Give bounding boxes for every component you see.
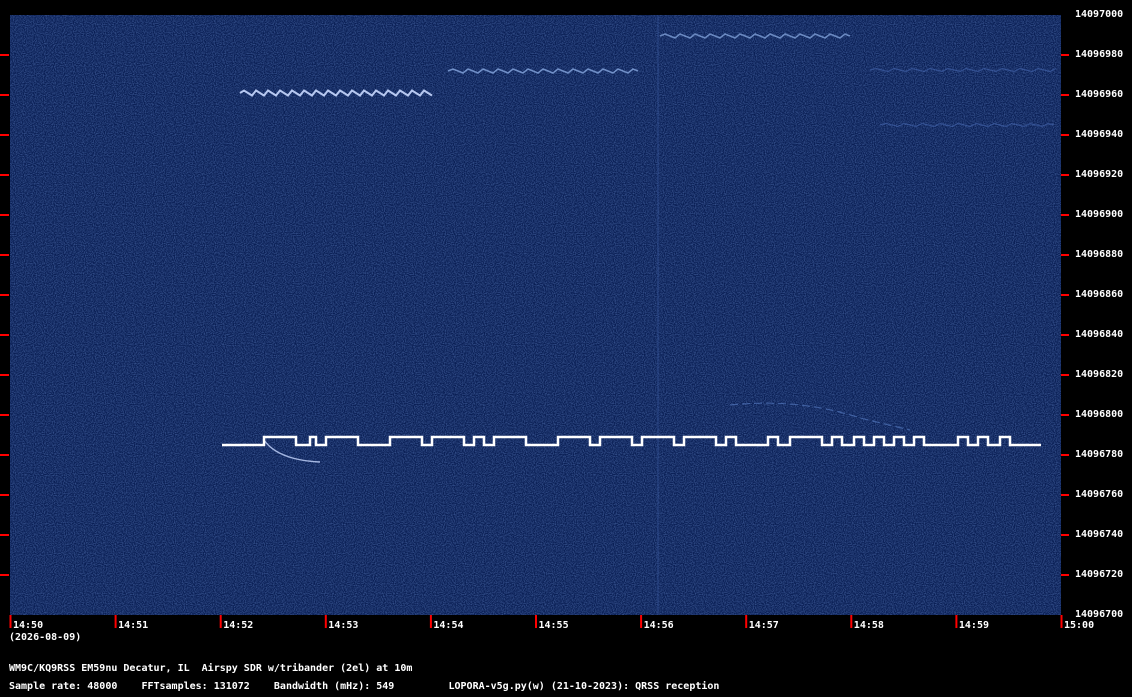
x-tick-label: 14:57 (748, 620, 779, 631)
y-tick-label: 14096960 (1075, 89, 1124, 100)
y-tick-label: 14096900 (1075, 209, 1124, 220)
x-tick-label: 14:52 (223, 620, 254, 631)
y-tick-label: 14096780 (1075, 449, 1124, 460)
x-tick-label: 14:50 (13, 620, 44, 631)
date-label: (2026-08-09) (9, 632, 82, 643)
y-tick-label: 14096980 (1075, 49, 1124, 60)
y-tick-label: 14096840 (1075, 329, 1124, 340)
x-tick-label: 14:59 (958, 620, 989, 631)
waterfall-noise (10, 15, 1061, 615)
y-tick-label: 14096720 (1075, 569, 1124, 580)
x-tick-label: 14:53 (328, 620, 359, 631)
y-tick-label: 14096740 (1075, 529, 1124, 540)
reception-details: Sample rate: 48000 FFTsamples: 131072 Ba… (9, 681, 720, 692)
spectrogram-chart (0, 15, 1069, 628)
y-tick-label: 14096800 (1075, 409, 1124, 420)
x-tick-label: 14:56 (643, 620, 674, 631)
y-tick-label: 14096760 (1075, 489, 1124, 500)
y-tick-label: 14097000 (1075, 9, 1124, 20)
y-tick-label: 14096820 (1075, 369, 1124, 380)
station-info: WM9C/KQ9RSS EM59nu Decatur, IL Airspy SD… (9, 663, 413, 674)
y-tick-label: 14096920 (1075, 169, 1124, 180)
x-tick-label: 14:54 (433, 620, 464, 631)
y-tick-label: 14096940 (1075, 129, 1124, 140)
y-tick-label: 14096860 (1075, 289, 1124, 300)
x-tick-label: 14:55 (538, 620, 569, 631)
x-tick-label: 14:58 (853, 620, 884, 631)
x-tick-label: 14:51 (118, 620, 149, 631)
x-tick-label: 15:00 (1064, 620, 1095, 631)
y-tick-label: 14096880 (1075, 249, 1124, 260)
